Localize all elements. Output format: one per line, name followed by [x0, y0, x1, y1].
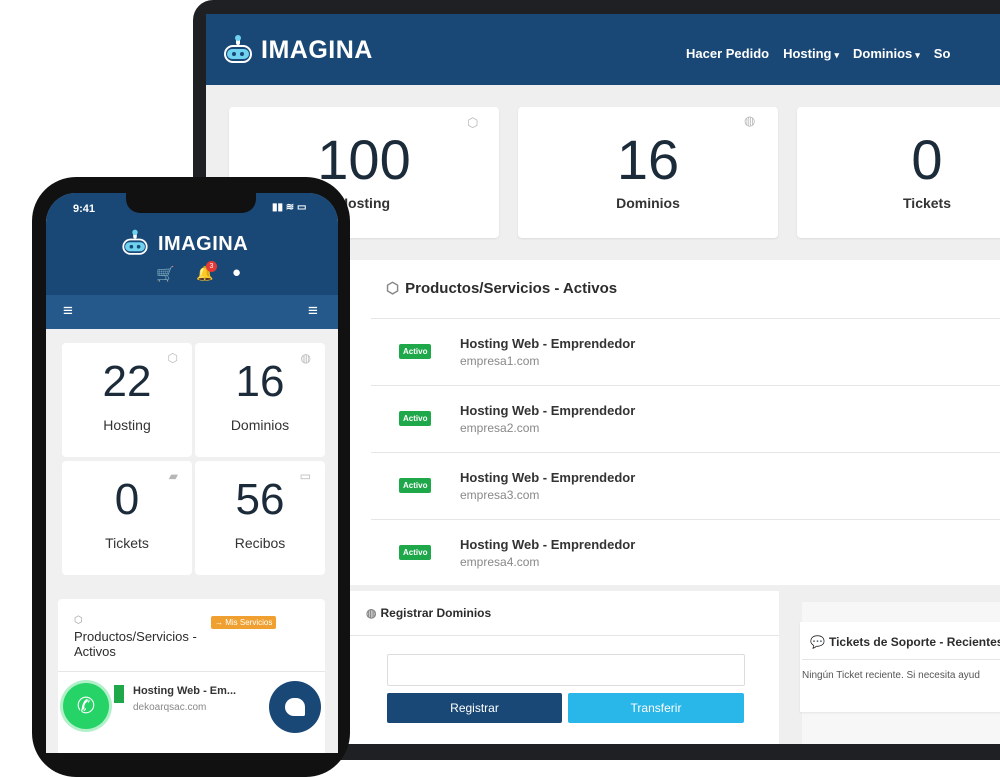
phone-brand-logo[interactable]: IMAGINA: [118, 229, 249, 257]
chat-launcher-button[interactable]: [269, 681, 321, 733]
menu-icon[interactable]: ≡: [308, 301, 318, 321]
status-badge: [114, 685, 124, 703]
nav-hosting[interactable]: Hosting ▾: [783, 46, 839, 61]
stat-label: Hosting: [103, 417, 151, 433]
register-domains-panel: ◍ Registrar Dominios Registrar Transferir: [346, 591, 779, 744]
phone-stat-recibos[interactable]: 56 Recibos ▭: [195, 461, 325, 575]
status-badge: Activo: [399, 545, 432, 560]
phone-products-title: Productos/Servicios - Activos: [74, 629, 197, 659]
nav-hacer-pedido[interactable]: Hacer Pedido: [686, 46, 769, 61]
stat-label: Tickets: [105, 535, 149, 551]
tickets-panel-title: 💬 Tickets de Soporte - Recientes: [810, 635, 1000, 649]
stat-label: Dominios: [616, 195, 680, 211]
caret-down-icon: ▾: [915, 50, 920, 60]
domain-search-input[interactable]: [387, 654, 745, 686]
status-badge: Activo: [399, 478, 432, 493]
whatsapp-icon[interactable]: ✆: [63, 683, 109, 729]
products-panel: ⬡ Productos/Servicios - Activos Activo Ho…: [346, 260, 1000, 585]
product-name[interactable]: Hosting Web - Emprendedor: [460, 403, 635, 418]
phone-subbar: ≡ ≡: [46, 295, 338, 329]
chat-icon: ▰: [168, 469, 178, 483]
box-icon: ⬡: [74, 615, 83, 626]
product-domain: dekoarqsac.com: [133, 702, 207, 713]
signal-wifi-battery-icon: ▮▮ ≋ ▭: [272, 202, 307, 213]
phone-brand-name: IMAGINA: [158, 232, 249, 255]
box-icon: ⬡: [467, 115, 479, 130]
product-name[interactable]: Hosting Web - Emprendedor: [460, 336, 635, 351]
chat-bubble-icon: [285, 698, 305, 716]
status-badge: Activo: [399, 344, 432, 359]
phone-stat-hosting[interactable]: 22 Hosting ⬡: [62, 343, 192, 457]
stat-card-tickets[interactable]: 0 Tickets: [797, 107, 1000, 238]
stat-label: Tickets: [903, 195, 951, 211]
robot-logo-icon: [221, 34, 255, 64]
nav-soporte[interactable]: So: [934, 46, 951, 61]
notification-badge: 3: [206, 261, 217, 272]
stat-value: 16: [616, 128, 680, 191]
globe-icon: ◍: [366, 606, 377, 620]
stat-label: Recibos: [234, 535, 286, 551]
globe-icon: ◍: [300, 351, 311, 365]
register-button[interactable]: Registrar: [387, 693, 562, 723]
product-domain: empresa1.com: [460, 354, 540, 368]
globe-icon: ◍: [744, 113, 756, 128]
status-badge: Activo: [399, 411, 432, 426]
products-panel-title: ⬡ Productos/Servicios - Activos: [386, 280, 618, 297]
product-name[interactable]: Hosting Web - Emprendedor: [460, 470, 635, 485]
box-icon: ⬡: [386, 280, 400, 297]
transfer-button[interactable]: Transferir: [568, 693, 744, 723]
brand-logo[interactable]: IMAGINA: [221, 34, 373, 65]
stat-value: 0: [911, 128, 943, 191]
product-name[interactable]: Hosting Web - Em...: [133, 685, 236, 697]
cart-icon[interactable]: 🛒: [156, 265, 175, 283]
user-icon[interactable]: ●: [232, 264, 241, 281]
chat-icon: 💬: [810, 635, 825, 649]
phone-screen: 9:41 ▮▮ ≋ ▭ IMAGINA 🛒 🔔 3 ● ≡ ≡ 22 Hosti…: [46, 193, 338, 753]
robot-logo-icon: [120, 229, 151, 255]
product-name[interactable]: Hosting Web - Emprendedor: [460, 537, 635, 552]
product-domain: empresa4.com: [460, 555, 540, 569]
product-domain: empresa2.com: [460, 421, 540, 435]
phone-notch: [126, 193, 256, 213]
tickets-panel: 💬 Tickets de Soporte - Recientes Ningún T…: [800, 602, 1000, 744]
stat-card-dominios[interactable]: 16 Dominios ◍: [518, 107, 778, 238]
brand-name: IMAGINA: [261, 36, 373, 64]
phone-stat-tickets[interactable]: 0 Tickets ▰: [62, 461, 192, 575]
phone-stat-dominios[interactable]: 16 Dominios ◍: [195, 343, 325, 457]
nav-dominios[interactable]: Dominios ▾: [853, 46, 920, 61]
tickets-empty-text: Ningún Ticket reciente. Si necesita ayud: [802, 670, 980, 681]
product-domain: empresa3.com: [460, 488, 540, 502]
register-panel-title: ◍ Registrar Dominios: [366, 606, 492, 620]
menu-icon[interactable]: ≡: [63, 301, 73, 321]
main-nav: Hacer Pedido Hosting ▾ Dominios ▾ So: [686, 46, 950, 61]
top-navbar: IMAGINA Hacer Pedido Hosting ▾ Dominios ▾ …: [206, 14, 1000, 85]
status-time: 9:41: [73, 203, 96, 215]
mis-servicios-button[interactable]: → Mis Servicios: [211, 616, 277, 629]
box-icon: ⬡: [167, 351, 178, 365]
card-icon: ▭: [299, 469, 311, 483]
stat-label: Dominios: [230, 417, 290, 433]
caret-down-icon: ▾: [834, 50, 840, 60]
